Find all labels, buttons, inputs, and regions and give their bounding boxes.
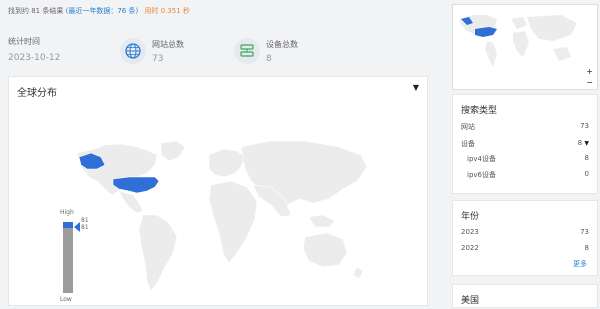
stat-websites-label: 网站总数 xyxy=(152,40,184,49)
search-type-panel: 搜索类型 网站 73 设备 8 ▼ ipv4设备 8 ipv6设备 0 xyxy=(452,94,598,194)
mini-australia xyxy=(553,47,571,61)
filter-device-count: 8 xyxy=(577,139,583,147)
filter-ipv4-count: 8 xyxy=(584,154,589,162)
legend-pointer-icon[interactable] xyxy=(74,222,80,232)
zoom-out-icon[interactable]: − xyxy=(586,78,593,87)
legend-value-current: 81 xyxy=(81,224,89,231)
filter-ipv6-label: ipv6设备 xyxy=(467,171,496,179)
filter-website-label: 网站 xyxy=(461,123,475,131)
result-summary: 找到约 81 条结果 (最近一年数据：76 条) 用时 0.351 秒 xyxy=(8,6,190,16)
country-panel: 美国 xyxy=(452,284,598,308)
stat-date: 统计时间 2023-10-12 xyxy=(8,36,108,70)
filter-device-label: 设备 xyxy=(461,140,475,148)
filter-device-count-wrap: 8 ▼ xyxy=(578,139,589,149)
new-zealand-region xyxy=(352,266,364,280)
result-count: 找到约 81 条结果 xyxy=(8,7,64,15)
year-panel: 年份 2023 73 2022 8 更多 xyxy=(452,200,598,276)
legend-value-max: 81 xyxy=(81,217,89,224)
caret-down-icon[interactable]: ▼ xyxy=(584,140,589,147)
year-title: 年份 xyxy=(461,212,480,222)
global-distribution-card: 全球分布 ▼ High 81 81 Low xyxy=(8,76,428,306)
filter-year-2023-count: 73 xyxy=(580,228,589,236)
legend-low-label: Low xyxy=(60,296,72,303)
stat-websites-value: 73 xyxy=(152,54,164,64)
filter-device[interactable]: 设备 8 ▼ xyxy=(461,139,589,149)
mini-africa xyxy=(513,31,529,57)
central-america-region xyxy=(118,190,144,214)
filter-ipv6-count: 0 xyxy=(584,170,589,178)
country-title: 美国 xyxy=(461,296,480,306)
year-more-link[interactable]: 更多 xyxy=(573,259,587,269)
filter-year-2022[interactable]: 2022 8 xyxy=(461,244,589,252)
australia-region xyxy=(302,232,348,268)
stat-devices: 设备总数 8 xyxy=(234,36,334,70)
stat-date-value: 2023-10-12 xyxy=(8,53,61,63)
usa-highlight[interactable] xyxy=(112,176,160,194)
mini-asia xyxy=(527,15,577,41)
stat-websites-text: 网站总数 73 xyxy=(152,39,184,64)
query-time: 用时 0.351 秒 xyxy=(144,7,190,15)
filter-year-2022-label: 2022 xyxy=(461,244,479,252)
stats-row: 统计时间 2023-10-12 网站总数 73 设备总数 8 xyxy=(8,36,428,70)
se-asia-region xyxy=(308,214,336,228)
recent-year-count[interactable]: (最近一年数据：76 条) xyxy=(66,7,139,15)
stat-date-label: 统计时间 xyxy=(8,37,40,46)
europe-region xyxy=(208,148,246,178)
mini-south-america xyxy=(485,41,497,67)
server-icon xyxy=(234,38,260,64)
filter-year-2023-label: 2023 xyxy=(461,228,479,236)
mini-europe xyxy=(511,17,527,29)
legend-high-label: High xyxy=(60,209,74,216)
filter-ipv4[interactable]: ipv4设备 8 xyxy=(467,154,589,164)
africa-region xyxy=(208,180,258,264)
zoom-in-icon[interactable]: + xyxy=(586,67,593,76)
south-america-region xyxy=(138,214,178,292)
mini-world-map xyxy=(459,15,577,67)
stat-websites: 网站总数 73 xyxy=(120,36,220,70)
search-type-title: 搜索类型 xyxy=(461,106,498,116)
legend-scale-highlight xyxy=(63,222,73,228)
mini-map[interactable]: + − xyxy=(452,4,598,90)
filter-year-2022-count: 8 xyxy=(584,244,589,252)
filter-year-2023[interactable]: 2023 73 xyxy=(461,228,589,236)
map-legend: High 81 81 Low xyxy=(60,207,110,307)
filter-ipv6[interactable]: ipv6设备 0 xyxy=(467,170,589,180)
filter-ipv4-label: ipv4设备 xyxy=(467,155,496,163)
greenland-region xyxy=(160,140,186,162)
legend-scale-bar xyxy=(63,222,73,293)
globe-icon xyxy=(120,38,146,64)
stat-devices-value: 8 xyxy=(266,54,272,64)
stat-devices-label: 设备总数 xyxy=(266,40,298,49)
filter-website-count: 73 xyxy=(580,122,589,130)
filter-website[interactable]: 网站 73 xyxy=(461,122,589,132)
stat-devices-text: 设备总数 8 xyxy=(266,39,298,64)
